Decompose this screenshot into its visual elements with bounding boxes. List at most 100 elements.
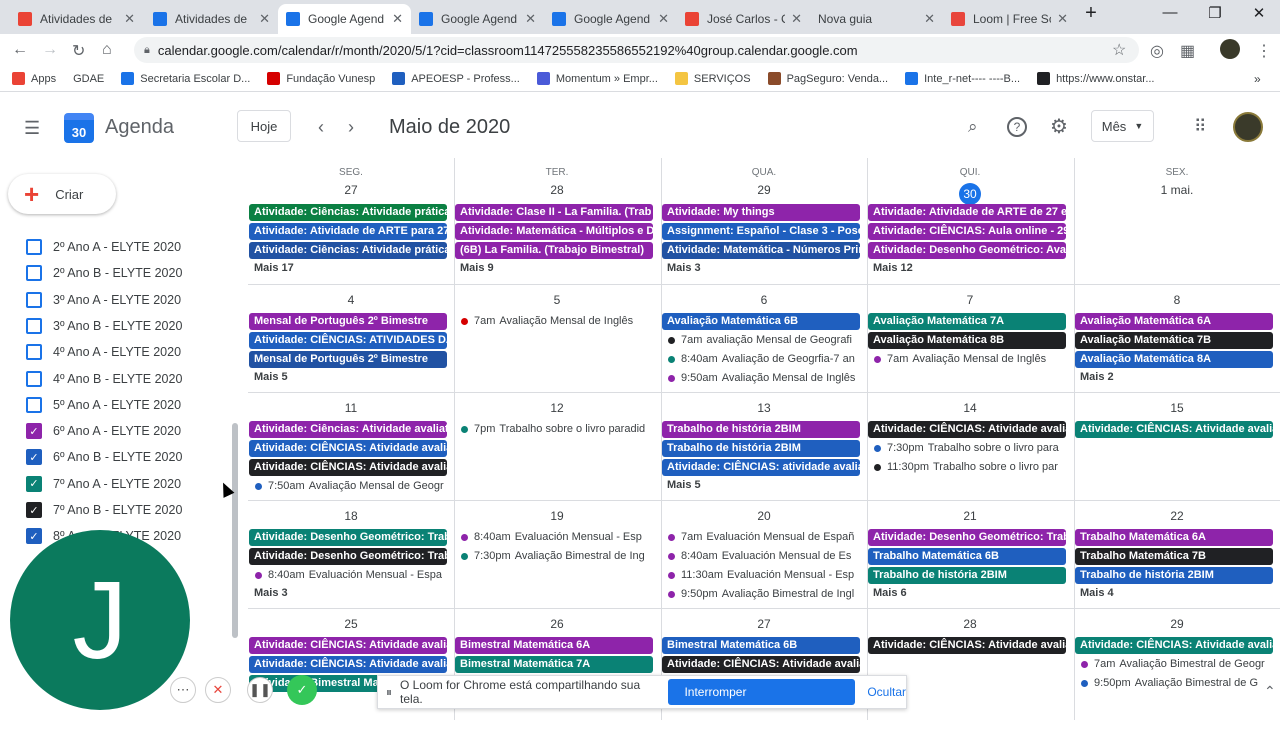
close-tab-icon[interactable]: ✕ <box>924 11 935 27</box>
event-chip[interactable]: Mensal de Português 2º Bimestre <box>249 313 447 330</box>
calendar-list-item[interactable]: ✓ 7º Ano B - ELYTE 2020 <box>26 500 182 520</box>
browser-menu-icon[interactable]: ⋮ <box>1256 41 1272 61</box>
main-menu-icon[interactable]: ☰ <box>24 118 40 139</box>
search-icon[interactable]: ⌕ <box>968 117 978 137</box>
day-number[interactable]: 22 <box>1074 509 1280 523</box>
event-chip[interactable]: Atividade: Desenho Geométrico: Trab <box>868 529 1066 546</box>
apps-grid-icon[interactable]: ⠿ <box>1194 117 1206 137</box>
finish-recording-icon[interactable]: ✓ <box>287 675 317 705</box>
calendar-list-item[interactable]: 2º Ano A - ELYTE 2020 <box>26 237 181 257</box>
event-chip[interactable]: Trabalho de história 2BIM <box>662 440 860 457</box>
day-number[interactable]: 27 <box>661 617 867 631</box>
event-chip[interactable]: Atividade: Matemática - Números Prir <box>662 242 860 259</box>
day-number[interactable]: 25 <box>248 617 454 631</box>
close-tab-icon[interactable]: ✕ <box>259 11 270 27</box>
sidebar-scrollbar[interactable] <box>232 423 238 638</box>
bookmark-item[interactable]: SERVIÇOS <box>674 72 751 85</box>
timed-event[interactable]: 8:40am Avaliação de Geogrfia-7 an <box>663 351 859 368</box>
day-number[interactable]: 5 <box>454 293 660 307</box>
url-field[interactable]: 🔒︎ calendar.google.com/calendar/r/month/… <box>134 37 1139 63</box>
browser-tab[interactable]: Google Agend ✕ <box>411 4 544 34</box>
event-chip[interactable]: Atividade: Desenho Geométrico: Trab <box>249 529 447 546</box>
extensions-grid-icon[interactable]: ▦ <box>1180 41 1195 61</box>
day-number[interactable]: 26 <box>454 617 660 631</box>
close-tab-icon[interactable]: ✕ <box>392 11 403 27</box>
timed-event[interactable]: 11:30am Evaluación Mensual - Esp <box>663 567 859 584</box>
event-chip[interactable]: Atividade: Desenho Geométrico: Trab <box>249 548 447 565</box>
back-icon[interactable]: ← <box>12 41 28 59</box>
more-events-link[interactable]: Mais 3 <box>662 262 701 274</box>
timed-event[interactable]: 9:50am Avaliação Mensal de Inglês <box>663 370 859 387</box>
event-chip[interactable]: Avaliação Matemática 7B <box>1075 332 1273 349</box>
close-tab-icon[interactable]: ✕ <box>1057 11 1068 27</box>
calendar-list-item[interactable]: 4º Ano A - ELYTE 2020 <box>26 342 181 362</box>
timed-event[interactable]: 8:40am Evaluación Mensual de Es <box>663 548 859 565</box>
event-chip[interactable]: Atividade: Atividade de ARTE para 27/ <box>249 223 447 240</box>
calendar-checkbox[interactable]: ✓ <box>26 449 42 466</box>
hide-button[interactable]: Ocultar <box>867 685 906 699</box>
event-chip[interactable]: Atividade: Desenho Geométrico: Avali <box>868 242 1066 259</box>
close-window-icon[interactable]: ✕ <box>1244 4 1274 22</box>
view-selector[interactable]: Mês ▼ <box>1091 110 1154 142</box>
calendar-list-item[interactable]: ✓ 6º Ano B - ELYTE 2020 <box>26 447 182 467</box>
timed-event[interactable]: 7pm Trabalho sobre o livro paradid <box>456 421 652 438</box>
calendar-list-item[interactable]: 3º Ano A - ELYTE 2020 <box>26 290 181 310</box>
browser-tab[interactable]: Atividades de ✕ <box>10 4 143 34</box>
event-chip[interactable]: Atividade: CIÊNCIAS: atividade avaliat <box>662 459 860 476</box>
day-number[interactable]: 21 <box>867 509 1073 523</box>
event-chip[interactable]: Atividade: CIÊNCIAS: Atividade avalia <box>1075 637 1273 654</box>
event-chip[interactable]: Atividade: CIÊNCIAS: Aula online - 29/ <box>868 223 1066 240</box>
more-options-icon[interactable]: ⋯ <box>170 677 196 703</box>
cancel-recording-icon[interactable]: ✕ <box>205 677 231 703</box>
browser-tab[interactable]: Nova guia ✕ <box>810 4 943 34</box>
day-number[interactable]: 29 <box>1074 617 1280 631</box>
event-chip[interactable]: Atividade: My things <box>662 204 860 221</box>
calendar-list-item[interactable]: 5º Ano A - ELYTE 2020 <box>26 395 181 415</box>
browser-tab[interactable]: José Carlos - C ✕ <box>677 4 810 34</box>
event-chip[interactable]: Atividade: CIÊNCIAS: Atividade avalia <box>249 440 447 457</box>
calendar-checkbox[interactable]: ✓ <box>26 528 42 545</box>
calendar-checkbox[interactable] <box>26 396 42 413</box>
profile-avatar[interactable] <box>1220 39 1240 59</box>
timed-event[interactable]: 7:30pm Avaliação Bimestral de Ing <box>456 548 652 565</box>
bookmark-item[interactable]: Apps <box>12 72 56 85</box>
day-number[interactable]: 12 <box>454 401 660 415</box>
event-chip[interactable]: Avaliação Matemática 6B <box>662 313 860 330</box>
extension-icon[interactable]: ◎ <box>1150 41 1164 61</box>
calendar-list-item[interactable]: 4º Ano B - ELYTE 2020 <box>26 369 182 389</box>
event-chip[interactable]: Atividade: CIÊNCIAS: ATIVIDADES DA <box>249 332 447 349</box>
timed-event[interactable]: 7:30pm Trabalho sobre o livro para <box>869 440 1065 457</box>
bookmark-item[interactable]: Fundação Vunesp <box>267 72 375 85</box>
day-number[interactable]: 4 <box>248 293 454 307</box>
timed-event[interactable]: 7am Avaliação Bimestral de Geogr <box>1076 656 1272 673</box>
day-number[interactable]: 18 <box>248 509 454 523</box>
calendar-checkbox[interactable]: ✓ <box>26 423 42 440</box>
forward-icon[interactable]: → <box>42 41 58 59</box>
day-number[interactable]: 14 <box>867 401 1073 415</box>
calendar-checkbox[interactable] <box>26 291 42 308</box>
calendar-checkbox[interactable] <box>26 239 42 255</box>
settings-gear-icon[interactable]: ⚙ <box>1050 114 1068 139</box>
day-number[interactable]: 28 <box>867 617 1073 631</box>
event-chip[interactable]: Trabalho de história 2BIM <box>1075 567 1273 584</box>
event-chip[interactable]: Bimestral Matemática 6A <box>455 637 653 654</box>
event-chip[interactable]: Atividade: Ciências: Atividade avaliati <box>249 421 447 438</box>
close-tab-icon[interactable]: ✕ <box>658 11 669 27</box>
day-number[interactable]: 13 <box>661 401 867 415</box>
pause-icon[interactable]: ❚❚ <box>247 677 273 703</box>
more-events-link[interactable]: Mais 3 <box>249 587 288 599</box>
close-tab-icon[interactable]: ✕ <box>124 11 135 27</box>
bookmark-star-icon[interactable]: ☆ <box>1112 40 1126 60</box>
day-number[interactable]: 15 <box>1074 401 1280 415</box>
bookmark-item[interactable]: GDAE <box>73 73 104 85</box>
more-events-link[interactable]: Mais 17 <box>249 262 294 274</box>
help-icon[interactable]: ? <box>1007 117 1027 137</box>
event-chip[interactable]: Atividade: CIÊNCIAS: Atividade avalia <box>662 656 860 673</box>
event-chip[interactable]: Mensal de Português 2º Bimestre <box>249 351 447 368</box>
event-chip[interactable]: Avaliação Matemática 8B <box>868 332 1066 349</box>
timed-event[interactable]: 9:50pm Avaliação Bimestral de Ingl <box>663 586 859 603</box>
browser-tab[interactable]: Google Agend ✕ <box>278 4 411 34</box>
timed-event[interactable]: 9:50pm Avaliação Bimestral de G <box>1076 675 1272 692</box>
day-number[interactable]: 11 <box>248 401 454 415</box>
timed-event[interactable]: 7am avaliação Mensal de Geografi <box>663 332 859 349</box>
